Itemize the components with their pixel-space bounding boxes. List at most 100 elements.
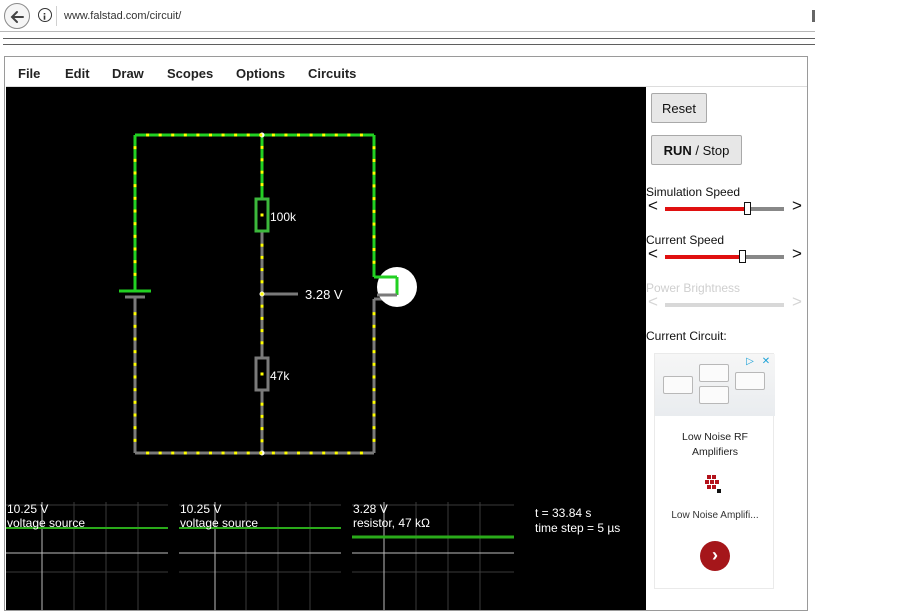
current-dot [158,133,162,137]
toolbar-edge [812,10,815,22]
sim-speed-thumb[interactable] [744,202,751,215]
current-dot [372,248,376,252]
power-track [665,303,784,307]
divider [3,38,815,39]
menu-options[interactable]: Options [236,66,285,81]
current-dot [372,312,376,316]
current-dot [133,413,137,417]
current-dot [260,292,264,296]
current-dot [309,451,313,455]
current-dot [133,158,137,162]
current-dot [372,350,376,354]
menu-scopes[interactable]: Scopes [167,66,213,81]
ad-title[interactable]: Low Noise RF Amplifiers [655,430,775,460]
current-dot [271,133,275,137]
current-dot [260,402,264,406]
run-stop-button[interactable]: RUN / Stop [651,135,742,165]
simulation-speed-label: Simulation Speed [646,185,741,199]
current-dot [260,316,264,320]
current-dot [133,350,137,354]
current-speed-thumb[interactable] [739,250,746,263]
sim-speed-increase[interactable]: > [792,197,802,214]
current-dot [260,372,264,376]
menu-bar: File Edit Draw Scopes Options Circuits [6,57,807,87]
ad-image[interactable] [655,354,775,416]
back-button[interactable] [4,3,30,29]
current-dot [372,235,376,239]
highlighted-element[interactable] [377,267,417,307]
current-dot [246,451,250,455]
ad-choices-icon[interactable]: ▷ [743,355,757,369]
power-brightness-slider: < > [646,292,806,313]
current-dot [133,312,137,316]
stop-label: / Stop [691,142,730,158]
circuit-canvas[interactable]: 100k 47k 3.28 V 10.25 V voltage source 1… [6,87,646,610]
sim-speed-track [747,207,784,211]
current-dot [133,209,137,213]
current-dot [133,146,137,150]
menu-draw[interactable]: Draw [112,66,144,81]
current-dot [284,133,288,137]
ad-title-line: Low Noise RF [682,431,748,443]
ad-close-icon[interactable]: ✕ [759,355,773,369]
current-dot [372,400,376,404]
info-icon[interactable] [38,8,52,22]
current-dot [372,375,376,379]
scope2-value: 10.25 V [180,502,221,516]
ad-chip-image [699,386,729,404]
current-speed-increase[interactable]: > [792,245,802,262]
menu-edit[interactable]: Edit [65,66,90,81]
current-dot [196,133,200,137]
power-decrease: < [648,292,658,311]
current-dot [133,337,137,341]
current-dot [260,427,264,431]
sim-speed-decrease[interactable]: < [648,197,658,214]
reset-button[interactable]: Reset [651,93,707,123]
current-dot [260,183,264,187]
current-dot [133,184,137,188]
menu-file[interactable]: File [18,66,40,81]
current-dot [133,222,137,226]
circuit-drawing[interactable]: 100k 47k 3.28 V 10.25 V voltage source 1… [6,87,646,610]
current-dot [284,451,288,455]
current-dot [372,222,376,226]
run-label: RUN [663,142,692,158]
current-dot [372,184,376,188]
current-dot [133,400,137,404]
ad-chip-image [699,364,729,382]
current-speed-slider[interactable]: < > [646,245,806,265]
sim-speed-track-filled [665,207,747,211]
current-dot [133,388,137,392]
current-dot [260,304,264,308]
control-panel: Reset RUN / Stop Simulation Speed < > Cu… [646,87,807,610]
simulation-speed-slider[interactable]: < > [646,197,806,217]
scope2-label: voltage source [180,516,258,530]
address-bar[interactable]: www.falstad.com/circuit/ [64,10,181,22]
current-speed-decrease[interactable]: < [648,245,658,262]
current-dot [322,451,326,455]
current-dot [196,451,200,455]
current-dot [171,133,175,137]
current-dot [260,243,264,247]
voltage-source[interactable] [119,289,151,299]
current-dot [133,171,137,175]
resistor-top-label: 100k [270,210,297,224]
current-dot [259,451,263,455]
scope1-value: 10.25 V [7,502,48,516]
ad-chip-image [735,372,765,390]
current-dot [133,260,137,264]
menu-circuits[interactable]: Circuits [308,66,356,81]
current-dot [372,362,376,366]
current-dot [208,133,212,137]
current-speed-track [742,255,784,259]
current-dot [260,414,264,418]
current-dot [260,213,264,217]
ad-subtitle[interactable]: Low Noise Amplifi... [655,510,775,521]
sim-time: t = 33.84 s [535,506,591,520]
ad-go-button[interactable]: › [700,541,730,571]
power-brightness-label: Power Brightness [646,281,741,295]
current-dot [260,158,264,162]
current-dot [372,337,376,341]
advertisement[interactable]: ▷ ✕ Low Noise RF Amplifiers Low Noise Am… [654,353,775,589]
current-dot [372,413,376,417]
